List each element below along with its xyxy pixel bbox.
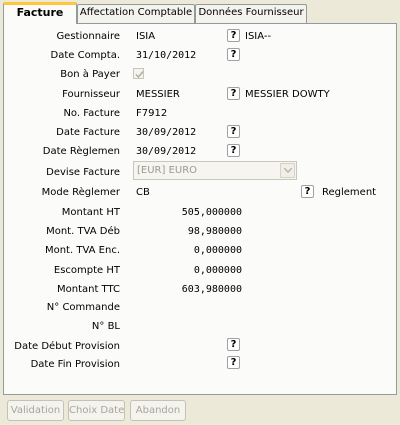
- fournisseur-label: Fournisseur: [62, 89, 120, 100]
- mont-tva-enc-label: Mont. TVA Enc.: [44, 245, 120, 256]
- abandon-button[interactable]: Abandon: [130, 400, 186, 421]
- fournisseur-value[interactable]: MESSIER: [136, 88, 180, 101]
- bon-a-payer-checkbox[interactable]: [133, 68, 144, 79]
- devise-facture-select[interactable]: [EUR] EURO: [133, 161, 297, 180]
- tab-facture[interactable]: Facture: [3, 2, 77, 24]
- date-reglement-help-button[interactable]: ?: [227, 144, 240, 157]
- date-reglement-label: Date Règlemen: [42, 146, 120, 157]
- date-fin-provision-help-button[interactable]: ?: [227, 356, 240, 369]
- date-compta-help-button[interactable]: ?: [227, 48, 240, 61]
- gestionnaire-label: Gestionnaire: [56, 31, 120, 42]
- gestionnaire-name: ISIA--: [245, 31, 272, 42]
- mont-tva-enc-value[interactable]: 0,000000: [132, 244, 242, 257]
- date-reglement-value[interactable]: 30/09/2012: [136, 145, 196, 158]
- montant-ttc-value[interactable]: 603,980000: [132, 283, 242, 296]
- devise-facture-label: Devise Facture: [46, 167, 120, 178]
- date-compta-value[interactable]: 31/10/2012: [136, 49, 196, 62]
- date-facture-value[interactable]: 30/09/2012: [136, 126, 196, 139]
- tab-donnees-fournisseur[interactable]: Données Fournisseur: [195, 4, 307, 23]
- montant-ht-label: Montant HT: [61, 207, 120, 218]
- date-facture-label: Date Facture: [56, 127, 120, 138]
- escompte-ht-label: Escompte HT: [53, 265, 120, 276]
- tab-strip: Facture Affectation Comptable Données Fo…: [0, 0, 400, 24]
- date-facture-help-button[interactable]: ?: [227, 125, 240, 138]
- escompte-ht-value[interactable]: 0,000000: [132, 264, 242, 277]
- mode-reglement-label: Mode Règlemer: [41, 187, 120, 198]
- fournisseur-help-button[interactable]: ?: [227, 87, 240, 100]
- tab-affectation-comptable[interactable]: Affectation Comptable: [77, 4, 195, 23]
- fournisseur-name: MESSIER DOWTY: [245, 89, 330, 100]
- mont-tva-deb-label: Mont. TVA Déb: [46, 226, 120, 237]
- date-compta-label: Date Compta.: [50, 50, 121, 61]
- date-debut-provision-help-button[interactable]: ?: [227, 338, 240, 351]
- mode-reglement-value[interactable]: CB: [136, 186, 150, 199]
- choix-date-button[interactable]: Choix Date: [68, 400, 125, 421]
- gestionnaire-help-button[interactable]: ?: [227, 29, 240, 42]
- no-facture-label: No. Facture: [63, 108, 120, 119]
- bon-a-payer-label: Bon à Payer: [60, 69, 120, 80]
- no-bl-label: N° BL: [91, 321, 120, 332]
- date-debut-provision-label: Date Début Provision: [14, 341, 120, 352]
- devise-facture-value: [EUR] EURO: [137, 165, 198, 176]
- mode-reglement-help-button[interactable]: ?: [301, 185, 314, 198]
- montant-ttc-label: Montant TTC: [56, 284, 120, 295]
- chevron-down-icon[interactable]: [280, 163, 295, 178]
- mode-reglement-name: Reglement: [322, 187, 377, 198]
- date-fin-provision-label: Date Fin Provision: [30, 359, 120, 370]
- checkmark-icon: [135, 71, 144, 79]
- gestionnaire-value: ISIA: [136, 31, 156, 42]
- no-commande-label: N° Commande: [46, 302, 120, 313]
- mont-tva-deb-value[interactable]: 98,980000: [132, 225, 242, 238]
- validation-button[interactable]: Validation: [7, 400, 64, 421]
- montant-ht-value[interactable]: 505,000000: [132, 206, 242, 219]
- no-facture-value[interactable]: F7912: [136, 107, 167, 120]
